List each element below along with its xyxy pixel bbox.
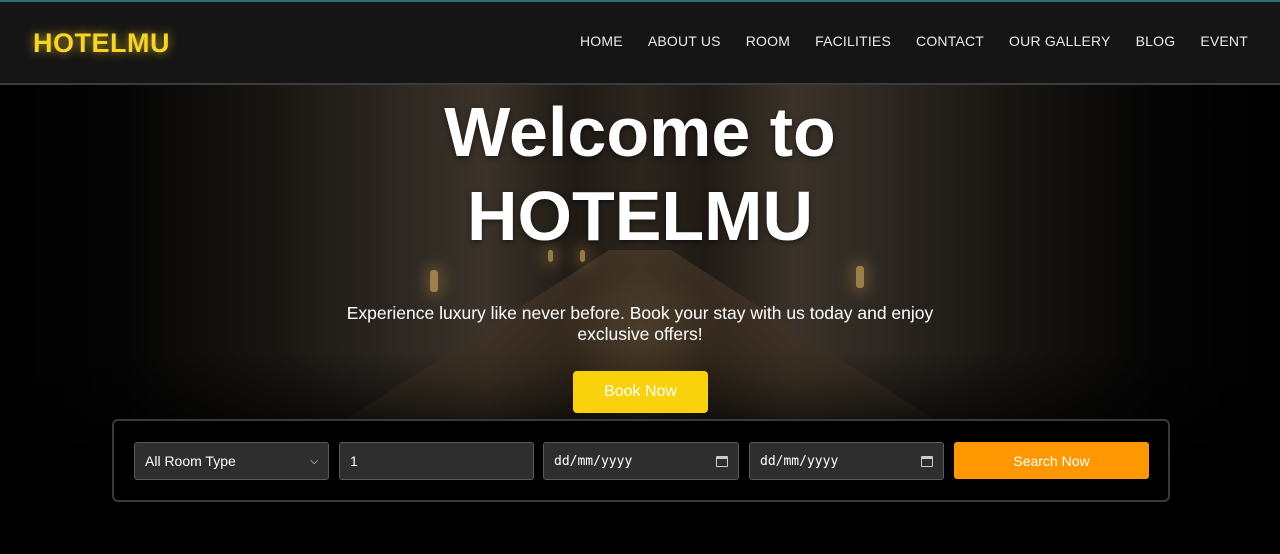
site-header: HOTELMU HOME ABOUT US ROOM FACILITIES CO… [0,0,1280,85]
check-out-placeholder: dd/mm/yyyy [760,453,839,469]
calendar-icon[interactable] [921,455,933,467]
chevron-down-icon: ⌵ [310,455,318,467]
check-in-placeholder: dd/mm/yyyy [554,453,633,469]
nav-contact[interactable]: CONTACT [916,33,984,49]
booking-search-bar: All Room Type ⌵ 1 dd/mm/yyyy dd/mm/yyyy … [112,419,1170,502]
wall-lamp [856,266,864,288]
site-logo[interactable]: HOTELMU [33,28,170,59]
hero-title: Welcome to HOTELMU [0,90,1280,258]
nav-home[interactable]: HOME [580,33,623,49]
nav-about-us[interactable]: ABOUT US [648,33,721,49]
hero-subtitle: Experience luxury like never before. Boo… [346,303,934,344]
guests-input[interactable]: 1 [339,442,534,480]
nav-event[interactable]: EVENT [1200,33,1248,49]
wall-lamp [430,270,438,292]
book-now-button[interactable]: Book Now [573,371,708,413]
nav-blog[interactable]: BLOG [1136,33,1176,49]
check-in-date-input[interactable]: dd/mm/yyyy [543,442,739,480]
guests-value: 1 [350,453,358,469]
room-type-value: All Room Type [145,453,236,469]
nav-facilities[interactable]: FACILITIES [815,33,891,49]
main-nav: HOME ABOUT US ROOM FACILITIES CONTACT OU… [555,33,1248,49]
hero-title-line1: Welcome to [444,93,836,171]
search-now-button[interactable]: Search Now [954,442,1149,479]
nav-room[interactable]: ROOM [746,33,790,49]
nav-our-gallery[interactable]: OUR GALLERY [1009,33,1111,49]
calendar-icon[interactable] [716,455,728,467]
hero-title-line2: HOTELMU [466,177,814,255]
check-out-date-input[interactable]: dd/mm/yyyy [749,442,944,480]
room-type-select[interactable]: All Room Type ⌵ [134,442,329,480]
